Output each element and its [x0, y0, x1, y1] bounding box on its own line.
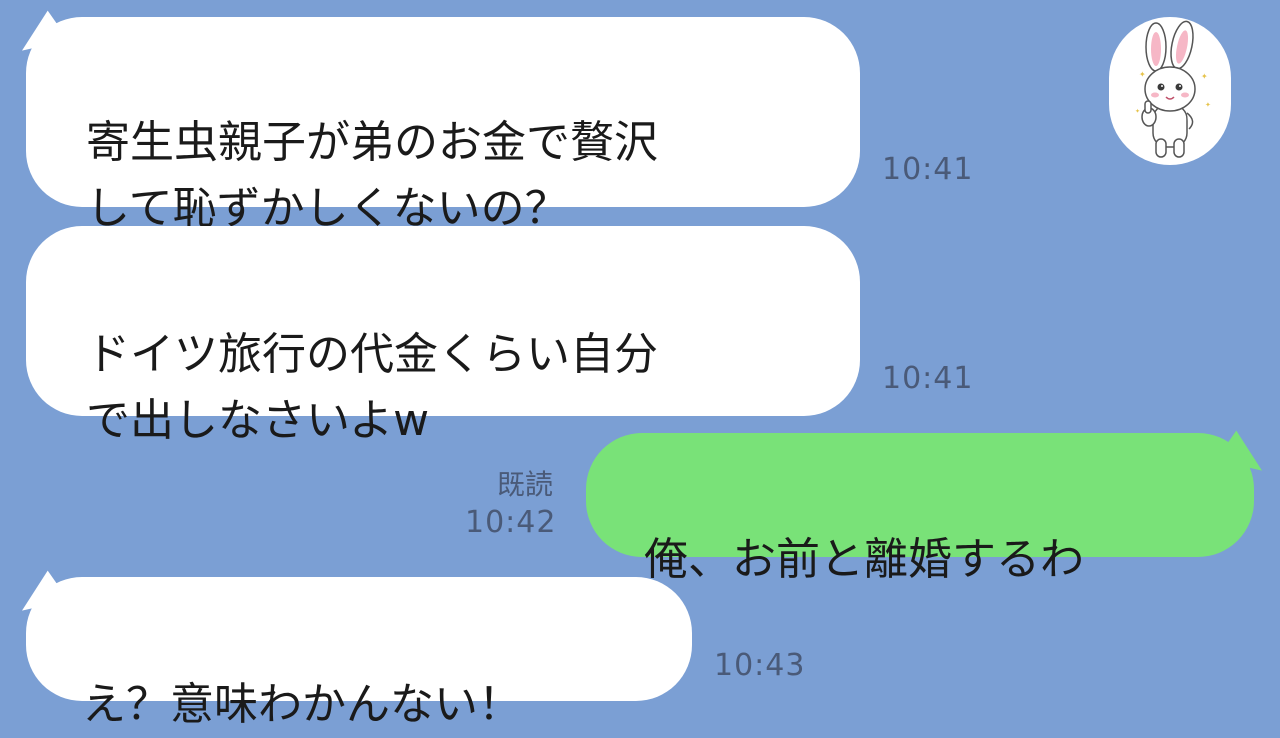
message-timestamp: 10:41	[882, 361, 974, 396]
svg-text:✦: ✦	[1201, 72, 1208, 81]
read-receipt-label: 既読	[497, 468, 554, 501]
contact-avatar[interactable]: ✦ ✦ ✦ ✦	[1109, 17, 1231, 165]
message-timestamp: 10:42	[465, 505, 557, 540]
message-text: 俺、お前と離婚するわ	[644, 534, 1084, 585]
rabbit-thumbs-up-icon: ✦ ✦ ✦ ✦	[1135, 20, 1211, 158]
incoming-message-bubble[interactable]: 寄生虫親子が弟のお金で贅沢 して恥ずかしくないの？	[26, 17, 860, 234]
message-timestamp: 10:41	[882, 152, 974, 187]
svg-text:✦: ✦	[1205, 101, 1211, 109]
message-text: ドイツ旅行の代金くらい自分 で出しなさいよw	[86, 329, 658, 446]
incoming-message-bubble[interactable]: ドイツ旅行の代金くらい自分 で出しなさいよw	[26, 226, 860, 446]
svg-text:✦: ✦	[1139, 70, 1146, 79]
message-text: 寄生虫親子が弟のお金で贅沢 して恥ずかしくないの？	[86, 117, 658, 234]
svg-text:✦: ✦	[1135, 108, 1140, 115]
message-timestamp: 10:43	[714, 648, 806, 683]
outgoing-message-bubble[interactable]: 俺、お前と離婚するわ	[586, 433, 1254, 585]
incoming-message-bubble[interactable]: え？意味わかんない！	[26, 577, 692, 730]
chat-area: 寄生虫親子が弟のお金で贅沢 して恥ずかしくないの？ 10:41 ドイツ旅行の代金…	[0, 0, 1280, 730]
message-text: え？意味わかんない！	[82, 679, 522, 730]
